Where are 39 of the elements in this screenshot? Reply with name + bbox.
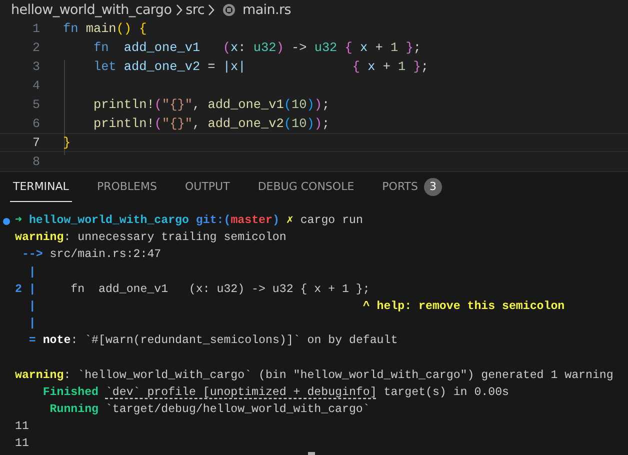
chevron-icon — [207, 4, 216, 16]
code-line: println!("{}", add_one_v1(10)); — [92, 97, 330, 112]
code-line: fn main() { — [63, 21, 147, 36]
terminal-line: 11 — [15, 436, 30, 452]
line-number: 1 — [31, 22, 41, 36]
terminal-line: | ^ help: remove this semicolon — [28, 298, 566, 315]
panel-tab[interactable]: PROBLEMS — [94, 172, 160, 202]
terminal-line: 2 | fn add_one_v1 (x: u32) -> u32 { x + 1 }; — [15, 282, 371, 298]
chevron-icon — [174, 4, 183, 16]
terminal-line: Running `target/debug/hellow_world_with_cargo` — [48, 402, 371, 418]
code-line: fn add_one_v1 (x: u32) -> u32 { x + 1 }; — [92, 40, 421, 55]
terminal-line: warning: unnecessary trailing semicolon — [15, 230, 288, 246]
line-number: 5 — [31, 98, 41, 112]
breadcrumb-item[interactable]: src — [186, 2, 204, 18]
line-number: 2 — [31, 40, 41, 54]
terminal-line: warning: `hellow_world_with_cargo` (bin "hellow_world_with_cargo") generated 1 warning — [15, 368, 614, 384]
code-line: let add_one_v2 = |x| { x + 1 }; — [92, 59, 429, 74]
count-badge: 3 — [424, 178, 442, 196]
line-number: 8 — [31, 154, 41, 168]
terminal-line: = note: `#[warn(redundant_semicolons)]` on by default — [28, 333, 399, 350]
panel-tab[interactable]: OUTPUT — [182, 172, 233, 202]
line-number: 4 — [31, 78, 41, 92]
line-number: 3 — [31, 60, 41, 74]
terminal-line: | — [28, 264, 37, 281]
terminal-prompt: ➜ hellow_world_with_cargo git:(master) ✗ cargo run — [15, 212, 628, 230]
panel-tab[interactable]: DEBUG CONSOLE — [254, 172, 358, 202]
line-number: 6 — [31, 116, 41, 130]
panel-tab[interactable]: PORTS 3 — [379, 172, 445, 202]
status-dot-icon — [3, 218, 10, 225]
terminal-line: 11 — [15, 419, 30, 436]
code-line: } — [63, 135, 71, 150]
breadcrumb-item[interactable]: main.rs — [242, 2, 291, 18]
breadcrumb-item[interactable]: hellow_world_with_cargo — [11, 2, 172, 18]
terminal-line: --> src/main.rs:2:47 — [20, 247, 162, 264]
line-number: 7 — [31, 136, 41, 150]
terminal-line: | — [28, 316, 37, 332]
code-line: println!("{}", add_one_v2(10)); — [92, 116, 330, 131]
terminal-line: Finished `dev` profile [unoptimized + debuginfo] target(s) in 0.00s — [42, 384, 510, 401]
panel-tab[interactable]: TERMINAL — [10, 172, 72, 202]
